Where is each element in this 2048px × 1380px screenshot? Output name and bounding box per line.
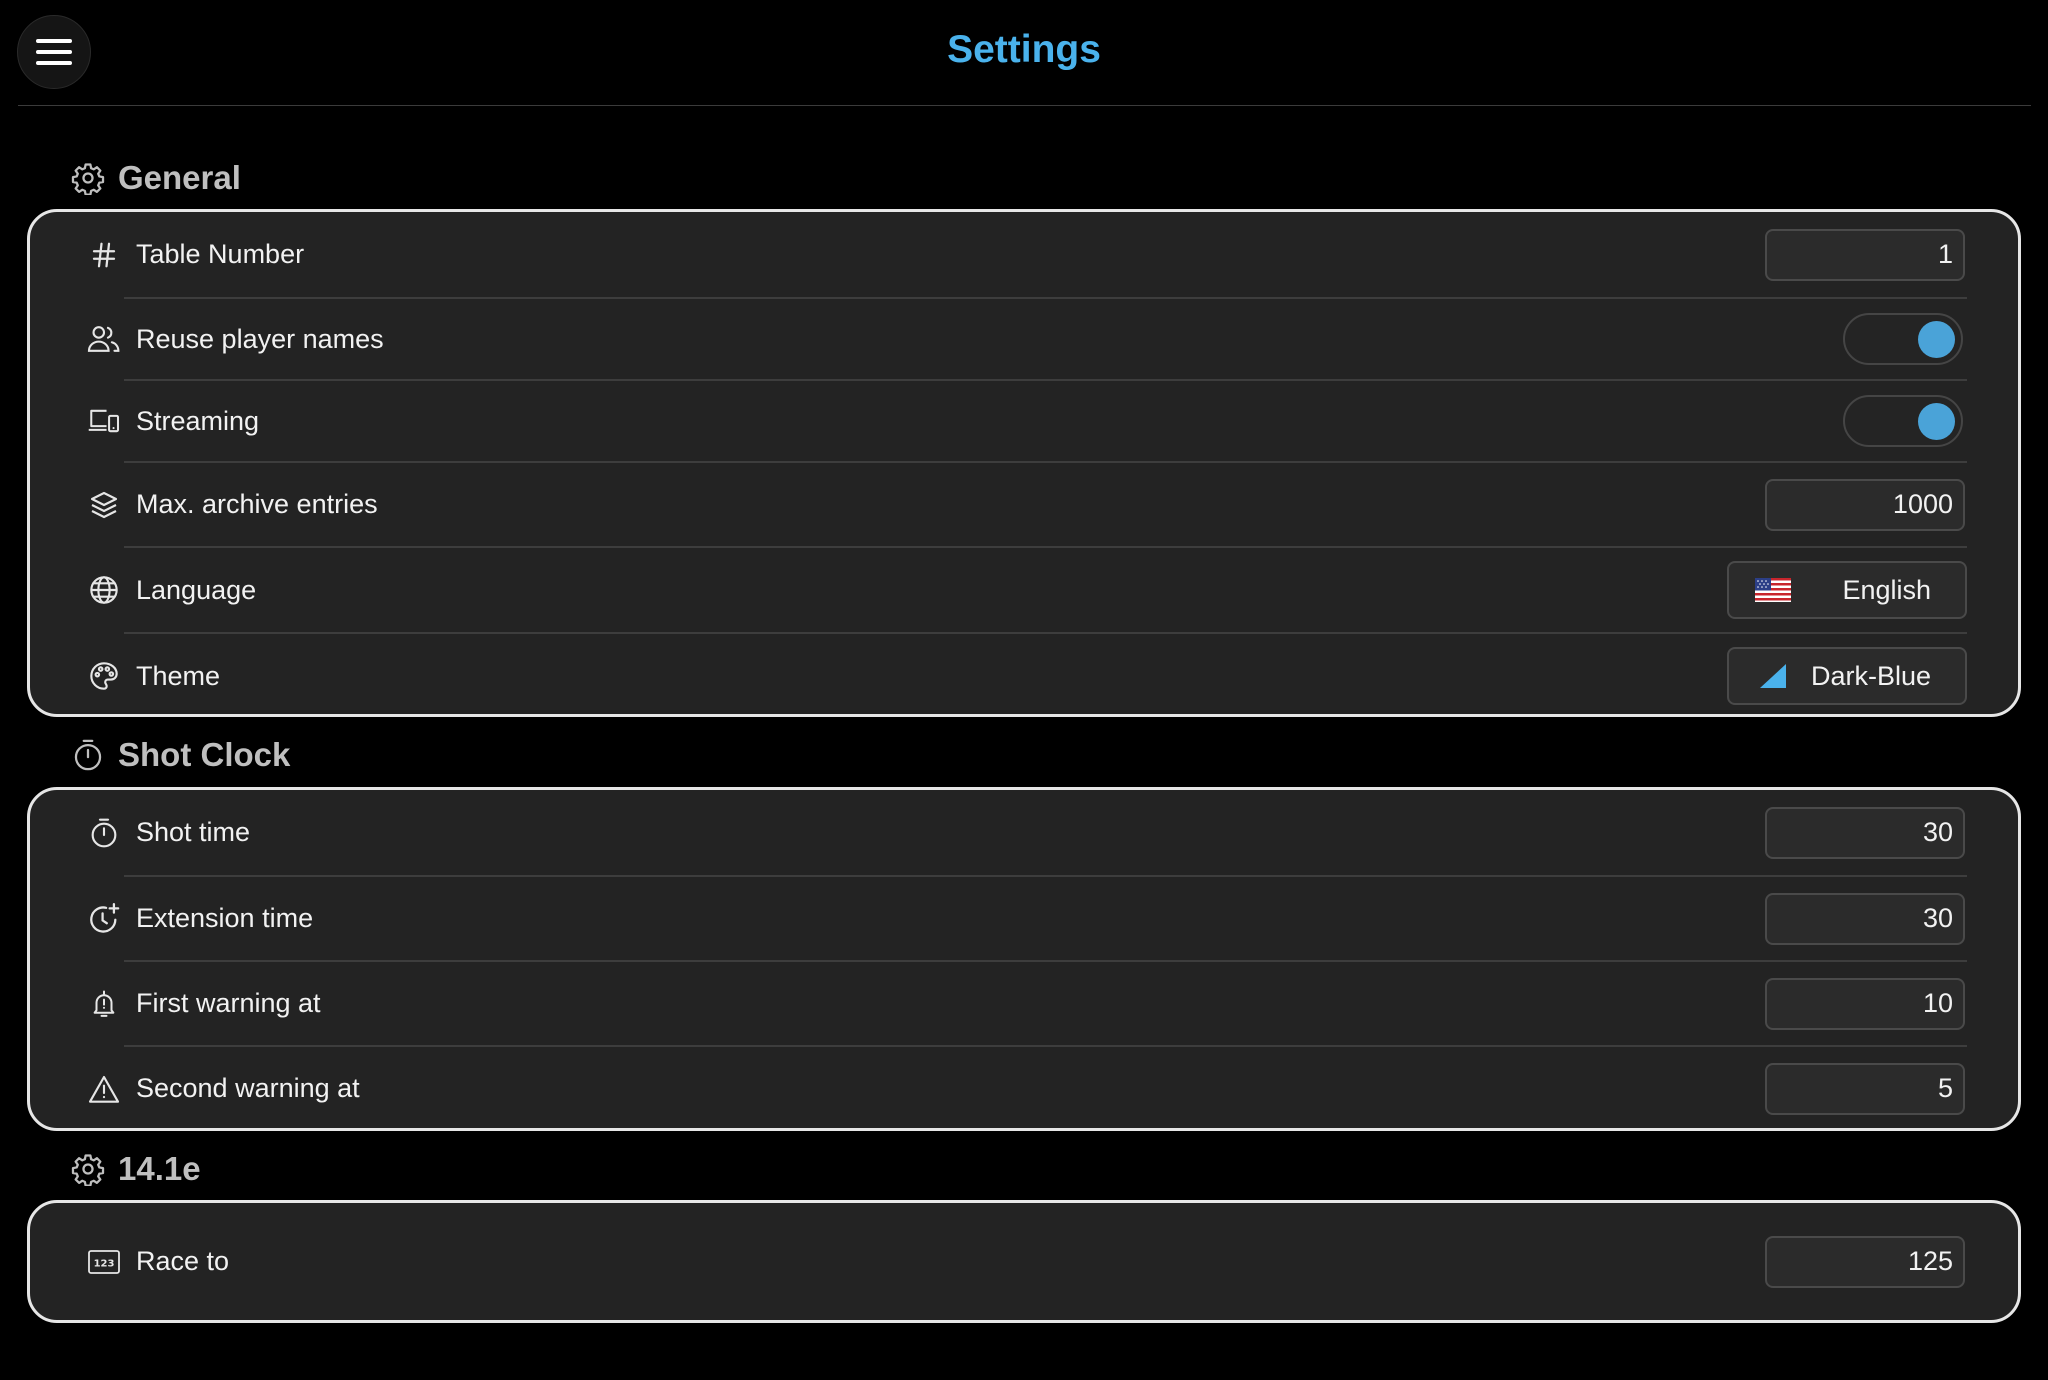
section-header-14-1e: 14.1e	[70, 1147, 201, 1191]
setting-row-streaming: Streaming	[30, 381, 2018, 461]
palette-icon	[84, 656, 124, 696]
setting-label: Second warning at	[136, 1073, 360, 1103]
page-title: Settings	[947, 28, 1101, 71]
setting-row-language: Language English	[30, 548, 2018, 632]
setting-label: Streaming	[136, 405, 260, 436]
max-archive-entries-input[interactable]	[1765, 478, 1965, 531]
first-warning-input[interactable]	[1765, 977, 1965, 1030]
warning-triangle-icon	[84, 1069, 124, 1109]
section-title-14-1e: 14.1e	[118, 1150, 201, 1187]
header-divider	[18, 105, 2031, 106]
section-title-shot-clock: Shot Clock	[118, 736, 291, 773]
table-number-input[interactable]	[1765, 228, 1965, 281]
extension-time-input[interactable]	[1765, 892, 1965, 945]
straight-pool-settings-card: 123 Race to	[27, 1200, 2021, 1323]
setting-row-table-number: Table Number	[30, 212, 2018, 297]
setting-row-extension-time: Extension time	[30, 877, 2018, 960]
setting-label: Reuse player names	[136, 323, 384, 354]
clock-plus-icon	[84, 899, 124, 939]
globe-icon	[84, 570, 124, 610]
gear-icon	[70, 1151, 106, 1187]
top-bar: Settings	[0, 0, 2048, 106]
gear-icon	[70, 160, 106, 196]
second-warning-input[interactable]	[1765, 1062, 1965, 1115]
numeric-123-icon: 123	[84, 1242, 124, 1282]
setting-label: Table Number	[136, 239, 305, 269]
setting-label: Max. archive entries	[136, 489, 378, 519]
theme-swatch-icon	[1755, 662, 1791, 690]
section-title-general: General	[118, 159, 241, 196]
setting-label: First warning at	[136, 988, 321, 1018]
setting-label: Shot time	[136, 817, 251, 847]
race-to-input[interactable]	[1765, 1235, 1965, 1288]
svg-text:123: 123	[94, 1258, 115, 1269]
setting-row-reuse-player-names: Reuse player names	[30, 299, 2018, 379]
setting-row-second-warning: Second warning at	[30, 1047, 2018, 1130]
language-value: English	[1842, 574, 1931, 605]
setting-row-first-warning: First warning at	[30, 962, 2018, 1045]
shot-clock-settings-card: Shot time Extension time Fi	[27, 787, 2021, 1131]
toggle-knob	[1918, 403, 1955, 440]
devices-icon	[84, 401, 124, 441]
bell-alert-icon	[84, 984, 124, 1024]
toggle-knob	[1918, 321, 1955, 358]
hash-icon	[84, 235, 124, 275]
users-icon	[84, 319, 124, 359]
streaming-toggle[interactable]	[1843, 395, 1963, 447]
shot-time-input[interactable]	[1765, 806, 1965, 859]
us-flag-icon	[1755, 576, 1791, 604]
reuse-player-names-toggle[interactable]	[1843, 313, 1963, 365]
setting-label: Extension time	[136, 903, 314, 933]
setting-label: Language	[136, 574, 257, 605]
section-header-general: General	[70, 156, 241, 200]
setting-label: Theme	[136, 660, 221, 691]
language-select-button[interactable]: English	[1727, 561, 1967, 619]
section-header-shot-clock: Shot Clock	[70, 733, 290, 777]
stopwatch-icon	[70, 737, 106, 773]
setting-row-race-to: 123 Race to	[30, 1203, 2018, 1320]
theme-select-button[interactable]: Dark-Blue	[1727, 647, 1967, 705]
setting-row-max-archive-entries: Max. archive entries	[30, 463, 2018, 546]
setting-row-shot-time: Shot time	[30, 790, 2018, 875]
layers-icon	[84, 485, 124, 525]
setting-row-theme: Theme Dark-Blue	[30, 634, 2018, 718]
stopwatch-icon	[84, 813, 124, 853]
setting-label: Race to	[136, 1246, 230, 1276]
general-settings-card: Table Number Reuse player names	[27, 209, 2021, 717]
theme-value: Dark-Blue	[1810, 660, 1931, 691]
